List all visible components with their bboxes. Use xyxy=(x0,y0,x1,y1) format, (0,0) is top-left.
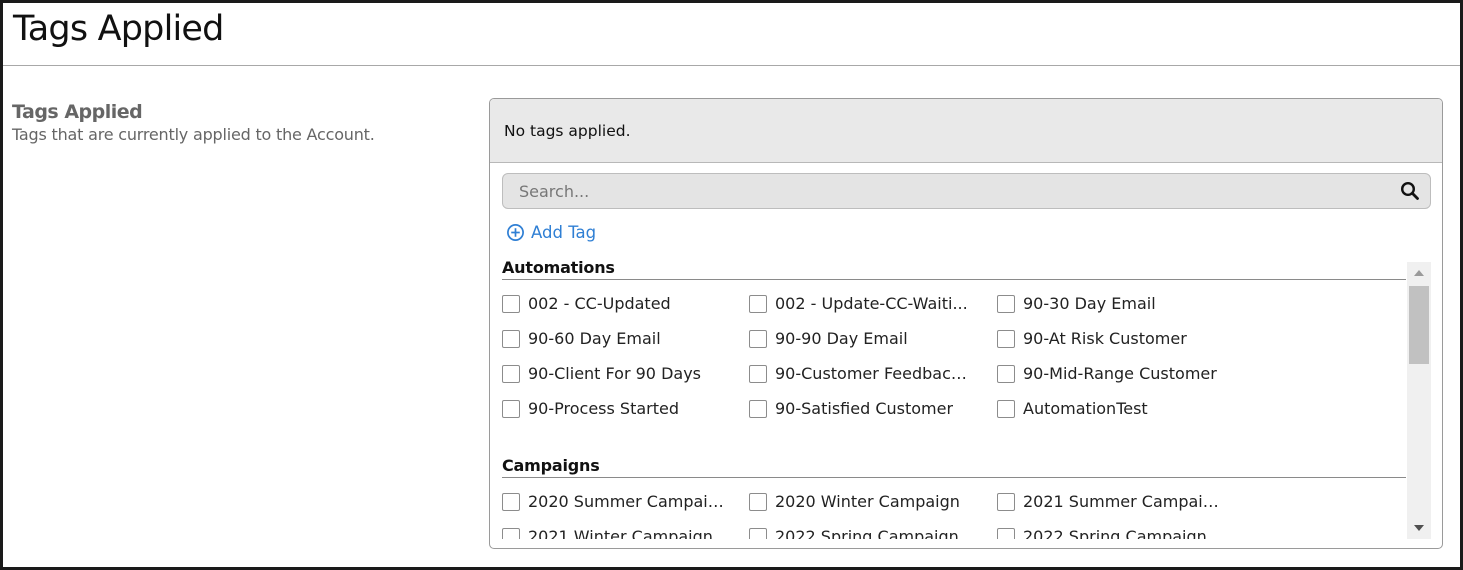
tag-label: 002 - Update-CC-Waiti... xyxy=(775,294,968,313)
tag-label: 90-Process Started xyxy=(528,399,679,418)
tag-label: 90-Mid-Range Customer xyxy=(1023,364,1217,383)
tag-item[interactable]: 2021 Summer Campaign xyxy=(997,491,1257,512)
tag-group: Automations 002 - CC-Updated 002 - Update-… xyxy=(502,257,1406,419)
tag-label: 2022 Spring Campaign xyxy=(1023,527,1207,539)
tag-checkbox[interactable] xyxy=(502,329,520,348)
add-tag-label: Add Tag xyxy=(531,223,597,242)
tag-checkbox[interactable] xyxy=(997,399,1015,418)
tag-item[interactable]: 90-At Risk Customer xyxy=(997,328,1257,349)
header-divider xyxy=(3,65,1460,66)
tag-item[interactable]: 2020 Winter Campaign xyxy=(749,491,997,512)
tag-label: 90-90 Day Email xyxy=(775,329,908,348)
tag-label: 2020 Winter Campaign xyxy=(775,492,960,511)
tag-item[interactable]: 90-Customer Feedback... xyxy=(749,363,997,384)
tag-label: 2020 Summer Campaign xyxy=(528,492,728,511)
tag-checkbox[interactable] xyxy=(502,364,520,383)
tag-list-scrollbar[interactable] xyxy=(1407,262,1431,539)
tag-checkbox[interactable] xyxy=(749,294,767,313)
section-description: Tags that are currently applied to the A… xyxy=(12,125,375,144)
tag-grid: 002 - CC-Updated 002 - Update-CC-Waiti...… xyxy=(502,293,1406,419)
tag-checkbox[interactable] xyxy=(749,492,767,511)
tag-item[interactable]: 2022 Spring Campaign xyxy=(749,526,997,539)
tag-label: AutomationTest xyxy=(1023,399,1148,418)
tags-applied-window: Tags Applied Tags Applied Tags that are … xyxy=(0,0,1463,570)
tag-list: Automations 002 - CC-Updated 002 - Update-… xyxy=(502,257,1406,539)
tag-item[interactable]: 90-Client For 90 Days xyxy=(502,363,749,384)
scroll-thumb[interactable] xyxy=(1409,286,1429,364)
tag-item[interactable]: 90-Mid-Range Customer xyxy=(997,363,1257,384)
scroll-down-arrow-icon[interactable] xyxy=(1407,517,1431,539)
tag-label: 90-Satisfied Customer xyxy=(775,399,954,418)
tag-grid: 2020 Summer Campaign 2020 Winter Campaign… xyxy=(502,491,1406,539)
tag-item[interactable]: 90-90 Day Email xyxy=(749,328,997,349)
applied-tags-bar: No tags applied. xyxy=(490,99,1442,163)
tag-item[interactable]: 90-30 Day Email xyxy=(997,293,1257,314)
tag-item[interactable]: 2022 Spring Campaign xyxy=(997,526,1257,539)
tag-label: 2022 Spring Campaign xyxy=(775,527,959,539)
tag-group-divider xyxy=(502,279,1406,280)
tag-item[interactable]: 002 - CC-Updated xyxy=(502,293,749,314)
tag-label: 2021 Winter Campaign xyxy=(528,527,713,539)
tag-item[interactable]: 2020 Summer Campaign xyxy=(502,491,749,512)
tag-label: 90-30 Day Email xyxy=(1023,294,1156,313)
tag-panel: No tags applied. Add Tag Automations 002 … xyxy=(489,98,1443,549)
search-icon[interactable] xyxy=(1400,181,1420,201)
tag-label: 90-Client For 90 Days xyxy=(528,364,701,383)
tag-checkbox[interactable] xyxy=(502,527,520,539)
tag-item[interactable]: AutomationTest xyxy=(997,398,1257,419)
tag-group-divider xyxy=(502,477,1406,478)
search-box xyxy=(502,173,1431,209)
tag-item[interactable]: 90-60 Day Email xyxy=(502,328,749,349)
section-label: Tags Applied xyxy=(12,101,143,123)
page-title: Tags Applied xyxy=(13,9,224,49)
tag-checkbox[interactable] xyxy=(997,294,1015,313)
tag-checkbox[interactable] xyxy=(997,364,1015,383)
tag-label: 90-Customer Feedback... xyxy=(775,364,975,383)
tag-checkbox[interactable] xyxy=(749,364,767,383)
tag-checkbox[interactable] xyxy=(749,329,767,348)
tag-label: 002 - CC-Updated xyxy=(528,294,671,313)
tag-checkbox[interactable] xyxy=(502,492,520,511)
applied-tags-status: No tags applied. xyxy=(504,122,631,140)
add-tag-button[interactable]: Add Tag xyxy=(506,223,596,242)
tag-label: 90-At Risk Customer xyxy=(1023,329,1187,348)
tag-label: 2021 Summer Campaign xyxy=(1023,492,1223,511)
tag-item[interactable]: 90-Process Started xyxy=(502,398,749,419)
scroll-up-arrow-icon[interactable] xyxy=(1407,262,1431,284)
tag-group-title: Campaigns xyxy=(502,456,600,475)
tag-checkbox[interactable] xyxy=(502,294,520,313)
tag-item[interactable]: 2021 Winter Campaign xyxy=(502,526,749,539)
tag-checkbox[interactable] xyxy=(997,527,1015,539)
tag-checkbox[interactable] xyxy=(749,527,767,539)
tag-checkbox[interactable] xyxy=(502,399,520,418)
tag-item[interactable]: 90-Satisfied Customer xyxy=(749,398,997,419)
tag-group-title: Automations xyxy=(502,258,615,277)
search-input[interactable] xyxy=(503,174,1383,208)
tag-label: 90-60 Day Email xyxy=(528,329,661,348)
tag-checkbox[interactable] xyxy=(997,492,1015,511)
tag-checkbox[interactable] xyxy=(997,329,1015,348)
plus-circle-icon xyxy=(507,224,524,241)
tag-item[interactable]: 002 - Update-CC-Waiti... xyxy=(749,293,997,314)
tag-checkbox[interactable] xyxy=(749,399,767,418)
tag-group: Campaigns 2020 Summer Campaign 2020 Winter… xyxy=(502,455,1406,539)
